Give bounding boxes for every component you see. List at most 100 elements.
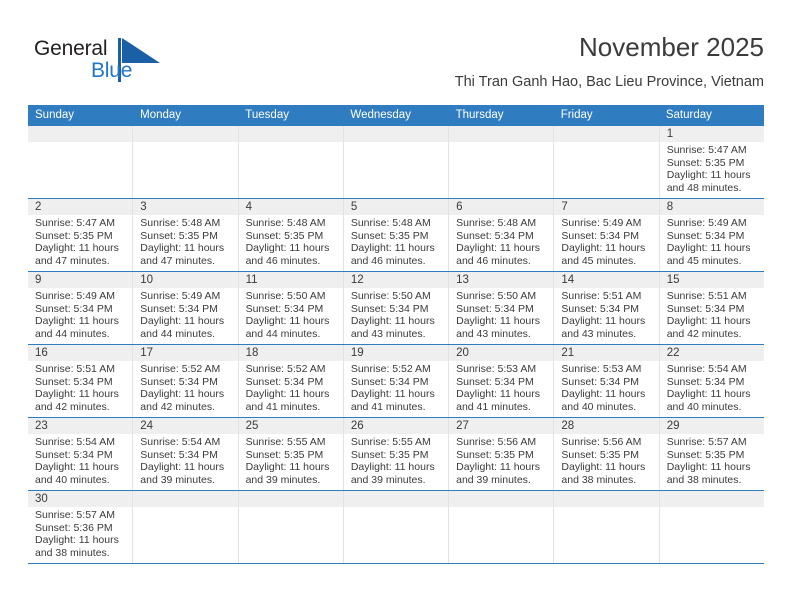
day-details: Sunrise: 5:52 AM Sunset: 5:34 PM Daylight:… xyxy=(133,361,237,413)
day-number: 13 xyxy=(449,272,554,288)
day-details: Sunrise: 5:54 AM Sunset: 5:34 PM Daylight:… xyxy=(660,361,764,413)
calendar-day-cell[interactable]: 22 Sunrise: 5:54 AM Sunset: 5:34 PM Dayligh… xyxy=(659,345,764,417)
calendar-day-cell[interactable]: 1 Sunrise: 5:47 AM Sunset: 5:35 PM Daylight… xyxy=(659,126,764,198)
day-number xyxy=(238,126,343,142)
day-sunrise-text: Sunrise: 5:53 AM xyxy=(561,363,642,375)
day-daylight-text: Daylight: 11 hours xyxy=(666,388,751,401)
day-sunset-text: Sunset: 5:35 PM xyxy=(245,229,324,242)
general-blue-logo[interactable]: General Blue xyxy=(34,36,169,94)
calendar-day-cell[interactable]: 14 Sunrise: 5:51 AM Sunset: 5:34 PM Dayligh… xyxy=(554,272,660,344)
day-number: 27 xyxy=(449,418,554,434)
day-details: Sunrise: 5:49 AM Sunset: 5:34 PM Daylight:… xyxy=(133,288,237,340)
day-sunset-text: Sunset: 5:35 PM xyxy=(666,156,745,169)
calendar-day-cell[interactable]: 4 Sunrise: 5:48 AM Sunset: 5:35 PM Daylight… xyxy=(238,199,344,271)
day-sunrise-text: Sunrise: 5:49 AM xyxy=(140,290,221,302)
calendar-day-cell[interactable]: 10 Sunrise: 5:49 AM Sunset: 5:34 PM Dayligh… xyxy=(133,272,239,344)
calendar-day-cell[interactable]: 17 Sunrise: 5:52 AM Sunset: 5:34 PM Dayligh… xyxy=(133,345,239,417)
day-daylight-text: Daylight: 11 hours xyxy=(350,242,435,255)
day-daylight-text: Daylight: 11 hours xyxy=(350,388,435,401)
day-sunrise-text: Sunrise: 5:57 AM xyxy=(666,436,747,448)
day-sunset-text: Sunset: 5:34 PM xyxy=(561,302,640,315)
calendar-day-cell[interactable]: 9 Sunrise: 5:49 AM Sunset: 5:34 PM Daylight… xyxy=(28,272,134,344)
day-details: Sunrise: 5:51 AM Sunset: 5:34 PM Daylight:… xyxy=(554,288,658,340)
day-number: 6 xyxy=(449,199,554,215)
day-sunrise-text: Sunrise: 5:57 AM xyxy=(35,509,115,521)
calendar-day-cell[interactable]: 18 Sunrise: 5:52 AM Sunset: 5:34 PM Dayligh… xyxy=(238,345,344,417)
day-daylight-text: and 40 minutes. xyxy=(561,400,637,413)
day-sunrise-text: Sunrise: 5:49 AM xyxy=(35,290,115,302)
calendar-day-cell[interactable]: 21 Sunrise: 5:53 AM Sunset: 5:34 PM Dayligh… xyxy=(554,345,660,417)
day-details: Sunrise: 5:48 AM Sunset: 5:35 PM Daylight:… xyxy=(344,215,448,267)
day-daylight-text: Daylight: 11 hours xyxy=(561,242,646,255)
day-number: 5 xyxy=(343,199,449,215)
day-daylight-text: and 47 minutes. xyxy=(140,254,215,267)
day-sunrise-text: Sunrise: 5:51 AM xyxy=(666,290,747,302)
day-daylight-text: and 44 minutes. xyxy=(245,327,321,340)
day-sunset-text: Sunset: 5:34 PM xyxy=(561,229,640,242)
calendar-day-cell-empty xyxy=(449,126,555,198)
day-daylight-text: Daylight: 11 hours xyxy=(35,461,119,474)
day-daylight-text: Daylight: 11 hours xyxy=(35,534,119,547)
calendar-day-cell[interactable]: 15 Sunrise: 5:51 AM Sunset: 5:34 PM Dayligh… xyxy=(659,272,764,344)
day-daylight-text: Daylight: 11 hours xyxy=(666,242,751,255)
calendar-day-cell[interactable]: 6 Sunrise: 5:48 AM Sunset: 5:34 PM Daylight… xyxy=(449,199,555,271)
calendar-day-cell[interactable]: 24 Sunrise: 5:54 AM Sunset: 5:34 PM Dayligh… xyxy=(133,418,239,490)
day-sunrise-text: Sunrise: 5:55 AM xyxy=(350,436,431,448)
calendar-day-cell[interactable]: 2 Sunrise: 5:47 AM Sunset: 5:35 PM Daylight… xyxy=(28,199,134,271)
calendar-day-cell[interactable]: 8 Sunrise: 5:49 AM Sunset: 5:34 PM Daylight… xyxy=(659,199,764,271)
day-details: Sunrise: 5:53 AM Sunset: 5:34 PM Daylight:… xyxy=(554,361,658,413)
day-details: Sunrise: 5:56 AM Sunset: 5:35 PM Daylight:… xyxy=(449,434,553,486)
day-sunrise-text: Sunrise: 5:52 AM xyxy=(245,363,326,375)
day-daylight-text: Daylight: 11 hours xyxy=(666,461,751,474)
day-sunset-text: Sunset: 5:34 PM xyxy=(140,302,218,315)
day-details: Sunrise: 5:52 AM Sunset: 5:34 PM Daylight:… xyxy=(239,361,343,413)
day-number: 3 xyxy=(133,199,238,215)
day-sunset-text: Sunset: 5:34 PM xyxy=(35,448,113,461)
calendar-day-cell[interactable]: 7 Sunrise: 5:49 AM Sunset: 5:34 PM Daylight… xyxy=(554,199,660,271)
day-number xyxy=(133,126,238,142)
calendar-day-cell[interactable]: 25 Sunrise: 5:55 AM Sunset: 5:35 PM Dayligh… xyxy=(238,418,344,490)
calendar-day-cell[interactable]: 30 Sunrise: 5:57 AM Sunset: 5:36 PM Dayligh… xyxy=(28,491,134,563)
calendar-day-cell[interactable]: 27 Sunrise: 5:56 AM Sunset: 5:35 PM Dayligh… xyxy=(449,418,555,490)
calendar-day-cell[interactable]: 23 Sunrise: 5:54 AM Sunset: 5:34 PM Dayligh… xyxy=(28,418,134,490)
day-sunrise-text: Sunrise: 5:56 AM xyxy=(561,436,642,448)
day-daylight-text: and 43 minutes. xyxy=(350,327,426,340)
day-number: 8 xyxy=(659,199,764,215)
calendar-day-cell[interactable]: 19 Sunrise: 5:52 AM Sunset: 5:34 PM Dayligh… xyxy=(343,345,450,417)
day-number xyxy=(343,126,449,142)
calendar-day-cell[interactable]: 28 Sunrise: 5:56 AM Sunset: 5:35 PM Dayligh… xyxy=(554,418,660,490)
day-sunrise-text: Sunrise: 5:52 AM xyxy=(140,363,221,375)
calendar-day-cell[interactable]: 20 Sunrise: 5:53 AM Sunset: 5:34 PM Dayligh… xyxy=(449,345,555,417)
calendar-day-cell[interactable]: 13 Sunrise: 5:50 AM Sunset: 5:34 PM Dayligh… xyxy=(449,272,555,344)
day-daylight-text: Daylight: 11 hours xyxy=(350,461,435,474)
calendar-grid: Sunday Monday Tuesday Wednesday Thursday… xyxy=(28,105,764,564)
calendar-day-cell-empty xyxy=(449,491,555,563)
day-daylight-text: and 40 minutes. xyxy=(666,400,742,413)
weekday-header-friday: Friday xyxy=(560,109,593,121)
day-sunset-text: Sunset: 5:34 PM xyxy=(666,302,745,315)
day-daylight-text: Daylight: 11 hours xyxy=(35,388,119,401)
day-number: 16 xyxy=(28,345,133,361)
day-number: 26 xyxy=(343,418,449,434)
day-daylight-text: Daylight: 11 hours xyxy=(456,242,540,255)
calendar-day-cell-empty xyxy=(28,126,134,198)
calendar-day-cell[interactable]: 11 Sunrise: 5:50 AM Sunset: 5:34 PM Dayligh… xyxy=(238,272,344,344)
calendar-day-cell-empty xyxy=(133,491,239,563)
day-sunset-text: Sunset: 5:35 PM xyxy=(350,229,429,242)
day-daylight-text: and 42 minutes. xyxy=(35,400,110,413)
calendar-day-cell-empty xyxy=(133,126,239,198)
day-daylight-text: and 41 minutes. xyxy=(245,400,321,413)
day-details: Sunrise: 5:49 AM Sunset: 5:34 PM Daylight:… xyxy=(660,215,764,267)
day-sunset-text: Sunset: 5:34 PM xyxy=(245,375,324,388)
day-sunset-text: Sunset: 5:35 PM xyxy=(456,448,534,461)
weekday-header-saturday: Saturday xyxy=(665,109,712,121)
calendar-day-cell[interactable]: 29 Sunrise: 5:57 AM Sunset: 5:35 PM Dayligh… xyxy=(659,418,764,490)
day-number: 28 xyxy=(554,418,659,434)
calendar-day-cell[interactable]: 26 Sunrise: 5:55 AM Sunset: 5:35 PM Dayligh… xyxy=(343,418,450,490)
day-details: Sunrise: 5:52 AM Sunset: 5:34 PM Daylight:… xyxy=(344,361,448,413)
calendar-day-cell[interactable]: 12 Sunrise: 5:50 AM Sunset: 5:34 PM Dayligh… xyxy=(343,272,450,344)
calendar-day-cell[interactable]: 16 Sunrise: 5:51 AM Sunset: 5:34 PM Dayligh… xyxy=(28,345,134,417)
day-daylight-text: and 46 minutes. xyxy=(350,254,426,267)
calendar-day-cell[interactable]: 5 Sunrise: 5:48 AM Sunset: 5:35 PM Daylight… xyxy=(343,199,450,271)
calendar-day-cell[interactable]: 3 Sunrise: 5:48 AM Sunset: 5:35 PM Daylight… xyxy=(133,199,239,271)
